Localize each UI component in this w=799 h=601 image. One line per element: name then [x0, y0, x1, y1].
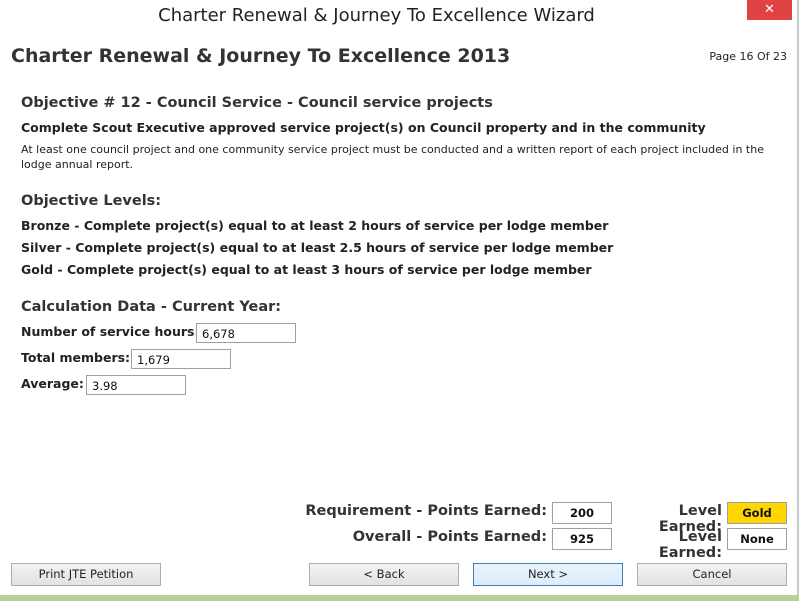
requirement-points-value: 200 [552, 502, 612, 524]
cancel-button[interactable]: Cancel [637, 563, 787, 586]
level-silver: Silver - Complete project(s) equal to at… [21, 240, 614, 255]
service-hours-field[interactable]: 6,678 [196, 323, 296, 343]
overall-points-value: 925 [552, 528, 612, 550]
overall-level-label: Level Earned: [658, 529, 722, 561]
back-button[interactable]: < Back [309, 563, 459, 586]
close-icon[interactable]: ✕ [747, 0, 792, 20]
objective-title: Objective # 12 - Council Service - Counc… [21, 95, 493, 111]
levels-heading: Objective Levels: [21, 193, 162, 209]
average-label: Average: [21, 376, 84, 391]
page-title: Charter Renewal & Journey To Excellence … [11, 45, 511, 67]
window-title: Charter Renewal & Journey To Excellence … [158, 5, 595, 26]
level-gold: Gold - Complete project(s) equal to at l… [21, 262, 592, 277]
objective-description: At least one council project and one com… [21, 143, 764, 171]
overall-level-badge: None [727, 528, 787, 550]
overall-points-label: Overall - Points Earned: [352, 529, 547, 545]
calc-heading: Calculation Data - Current Year: [21, 299, 282, 315]
requirement-level-badge: Gold [727, 502, 787, 524]
next-button[interactable]: Next > [473, 563, 623, 586]
requirement-points-label: Requirement - Points Earned: [305, 503, 547, 519]
service-hours-label: Number of service hours: [21, 324, 200, 339]
average-field[interactable]: 3.98 [86, 375, 186, 395]
window-titlebar: Charter Renewal & Journey To Excellence … [0, 0, 799, 32]
total-members-label: Total members: [21, 350, 131, 365]
print-petition-button[interactable]: Print JTE Petition [11, 563, 161, 586]
page-indicator: Page 16 Of 23 [709, 50, 787, 63]
footer-strip [0, 595, 799, 601]
objective-subtitle: Complete Scout Executive approved servic… [21, 120, 706, 135]
total-members-field[interactable]: 1,679 [131, 349, 231, 369]
level-bronze: Bronze - Complete project(s) equal to at… [21, 218, 609, 233]
